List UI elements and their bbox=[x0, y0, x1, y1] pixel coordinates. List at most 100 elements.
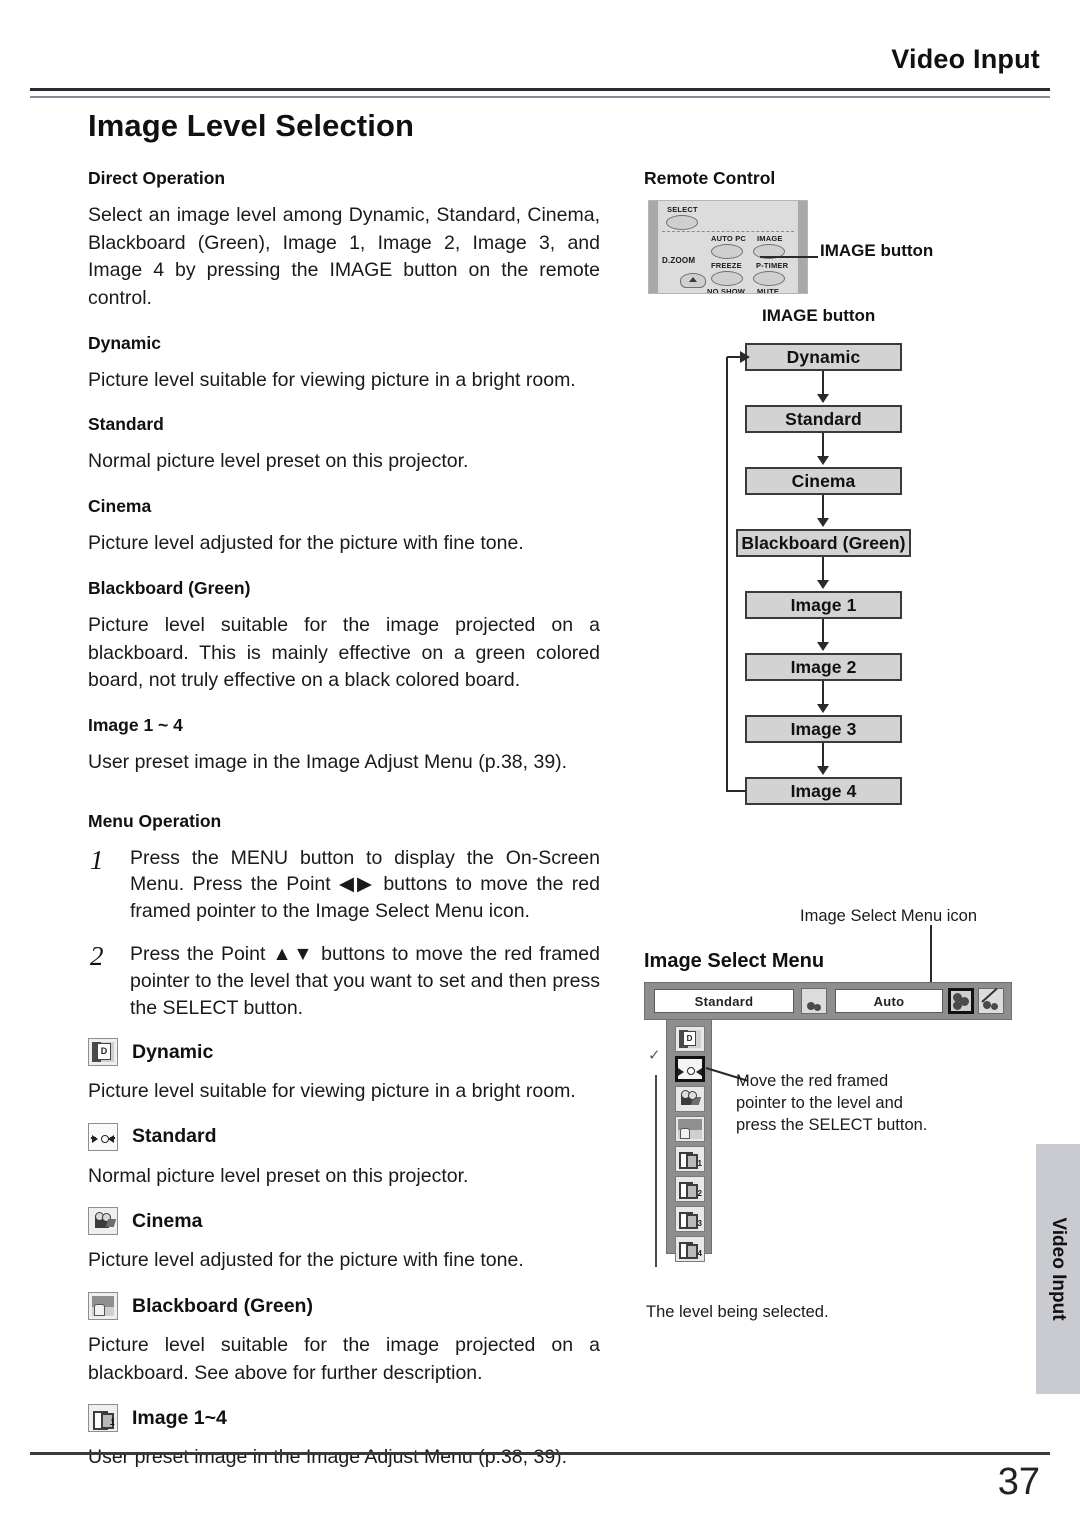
image-button-callout-line bbox=[760, 256, 818, 258]
flow-arrow-1 bbox=[817, 394, 829, 403]
remote-divider bbox=[662, 231, 794, 232]
dynamic-icon bbox=[88, 1038, 118, 1066]
selected-level-pointer-line bbox=[655, 1075, 657, 1267]
remote-left-edge bbox=[649, 201, 658, 293]
osd-callout-line-2: pointer to the level and bbox=[736, 1093, 903, 1112]
remote-control-heading: Remote Control bbox=[644, 168, 776, 188]
osd-image-4-number: 4 bbox=[697, 1249, 702, 1258]
loop-wire-vertical bbox=[726, 357, 728, 792]
remote-right-edge bbox=[798, 201, 807, 293]
flow-arrow-7 bbox=[817, 766, 829, 775]
level-heading-dynamic: Dynamic bbox=[88, 332, 161, 353]
menu-level-row-dynamic: Dynamic bbox=[88, 1038, 600, 1066]
image-select-menu-heading: Image Select Menu bbox=[644, 950, 825, 972]
osd-level-field[interactable]: Standard bbox=[654, 989, 794, 1013]
flow-arrow-5 bbox=[817, 642, 829, 651]
loop-wire-top bbox=[727, 356, 741, 358]
flow-arrow-6 bbox=[817, 704, 829, 713]
level-heading-blackboard: Blackboard (Green) bbox=[88, 577, 251, 598]
loop-wire-bottom bbox=[727, 790, 746, 792]
osd-image-adjust-menu-icon[interactable] bbox=[978, 987, 1004, 1014]
osd-selected-check-icon: ✓ bbox=[648, 1047, 661, 1064]
menu-level-label-cinema: Cinema bbox=[132, 1209, 203, 1232]
flow-box-cinema: Cinema bbox=[745, 467, 902, 495]
step-1-text: Press the MENU button to display the On-… bbox=[130, 846, 600, 923]
remote-label-ptimer: P-TIMER bbox=[756, 261, 789, 270]
osd-callout-line-3: press the SELECT button. bbox=[736, 1115, 928, 1134]
image-icon-number: 1 bbox=[109, 1417, 115, 1428]
menu-level-row-cinema: Cinema bbox=[88, 1207, 600, 1236]
autopc-button[interactable] bbox=[711, 244, 743, 259]
remote-label-freeze: FREEZE bbox=[711, 261, 742, 270]
footer-rule bbox=[30, 1452, 1050, 1455]
section-tab-label: Video Input bbox=[1048, 1217, 1069, 1321]
right-column: Remote Control bbox=[644, 168, 1044, 189]
osd-image-3-number: 3 bbox=[697, 1219, 702, 1228]
menu-level-row-standard: Standard bbox=[88, 1122, 600, 1151]
flow-caption: IMAGE button bbox=[762, 306, 876, 325]
running-head: Video Input bbox=[891, 44, 1040, 74]
level-desc-cinema: Picture level adjusted for the picture w… bbox=[88, 532, 524, 555]
page: Video Input Image Level Selection Direct… bbox=[0, 0, 1080, 1532]
osd-item-image-3[interactable]: 3 bbox=[675, 1206, 705, 1232]
level-desc-blackboard: Picture level suitable for the image pro… bbox=[88, 613, 600, 692]
menu-level-label-blackboard: Blackboard (Green) bbox=[132, 1294, 313, 1317]
osd-image-1-number: 1 bbox=[697, 1159, 702, 1168]
remote-label-dzoom: D.ZOOM bbox=[662, 256, 696, 265]
menu-level-desc-image: User preset image in the Image Adjust Me… bbox=[88, 1446, 568, 1469]
flow-box-image-4: Image 4 bbox=[745, 777, 902, 805]
menu-level-desc-standard: Normal picture level preset on this proj… bbox=[88, 1164, 469, 1187]
step-2: 2 Press the Point ▲▼ buttons to move the… bbox=[88, 941, 600, 1022]
osd-image-2-number: 2 bbox=[697, 1189, 702, 1198]
flow-connector-5 bbox=[822, 619, 824, 644]
standard-icon bbox=[88, 1122, 118, 1151]
menu-level-desc-dynamic: Picture level suitable for viewing pictu… bbox=[88, 1080, 576, 1102]
level-heading-image-1-4: Image 1 ~ 4 bbox=[88, 714, 183, 735]
flow-box-standard: Standard bbox=[745, 405, 902, 433]
select-button[interactable] bbox=[666, 215, 698, 230]
remote-label-mute: MUTE bbox=[757, 287, 780, 294]
osd-item-image-1[interactable]: 1 bbox=[675, 1146, 705, 1172]
flow-connector-6 bbox=[822, 681, 824, 706]
flow-connector-1 bbox=[822, 371, 824, 396]
page-title: Image Level Selection bbox=[88, 108, 415, 143]
flow-box-image-3: Image 3 bbox=[745, 715, 902, 743]
osd-item-blackboard[interactable] bbox=[675, 1116, 705, 1142]
remote-label-autopc: AUTO PC bbox=[711, 234, 747, 243]
freeze-button[interactable] bbox=[711, 271, 743, 286]
osd-callout-line-1: Move the red framed bbox=[736, 1072, 889, 1090]
level-heading-standard: Standard bbox=[88, 414, 164, 435]
image-button-callout-label: IMAGE button bbox=[820, 241, 934, 260]
flow-connector-2 bbox=[822, 433, 824, 458]
remote-label-noshow: NO SHOW bbox=[707, 287, 746, 294]
level-heading-cinema: Cinema bbox=[88, 496, 152, 517]
flow-connector-4 bbox=[822, 557, 824, 582]
flow-box-image-1: Image 1 bbox=[745, 591, 902, 619]
osd-image-adjust-icon[interactable] bbox=[801, 988, 827, 1014]
blackboard-icon bbox=[88, 1292, 118, 1321]
ptimer-button[interactable] bbox=[753, 271, 785, 286]
image-select-menu-icon-note: Image Select Menu icon bbox=[800, 907, 978, 925]
osd-item-cinema[interactable] bbox=[675, 1086, 705, 1112]
flow-arrow-2 bbox=[817, 456, 829, 465]
intro-paragraph: Select an image level among Dynamic, Sta… bbox=[88, 204, 600, 310]
menu-level-row-image: 1 Image 1~4 bbox=[88, 1404, 600, 1433]
menu-level-desc-cinema: Picture level adjusted for the picture w… bbox=[88, 1249, 524, 1272]
osd-menu-bar: Standard Auto bbox=[644, 982, 1012, 1020]
dzoom-up-button[interactable] bbox=[680, 273, 706, 288]
flow-box-dynamic: Dynamic bbox=[745, 343, 902, 371]
cinema-icon bbox=[88, 1207, 118, 1236]
osd-auto-field[interactable]: Auto bbox=[835, 989, 943, 1013]
osd-item-dynamic[interactable]: D bbox=[675, 1026, 705, 1052]
osd-item-image-2[interactable]: 2 bbox=[675, 1176, 705, 1202]
image-select-menu-icon[interactable] bbox=[948, 988, 974, 1014]
flow-box-blackboard: Blackboard (Green) bbox=[736, 529, 911, 557]
osd-item-image-4[interactable]: 4 bbox=[675, 1236, 705, 1262]
step-1: 1 Press the MENU button to display the O… bbox=[88, 845, 600, 926]
section-tab-video-input: Video Input bbox=[1036, 1144, 1080, 1394]
flow-connector-7 bbox=[822, 743, 824, 768]
flow-connector-3 bbox=[822, 495, 824, 520]
step-2-number: 2 bbox=[90, 941, 104, 972]
remote-label-select: SELECT bbox=[667, 205, 698, 214]
osd-item-standard[interactable] bbox=[675, 1056, 705, 1082]
